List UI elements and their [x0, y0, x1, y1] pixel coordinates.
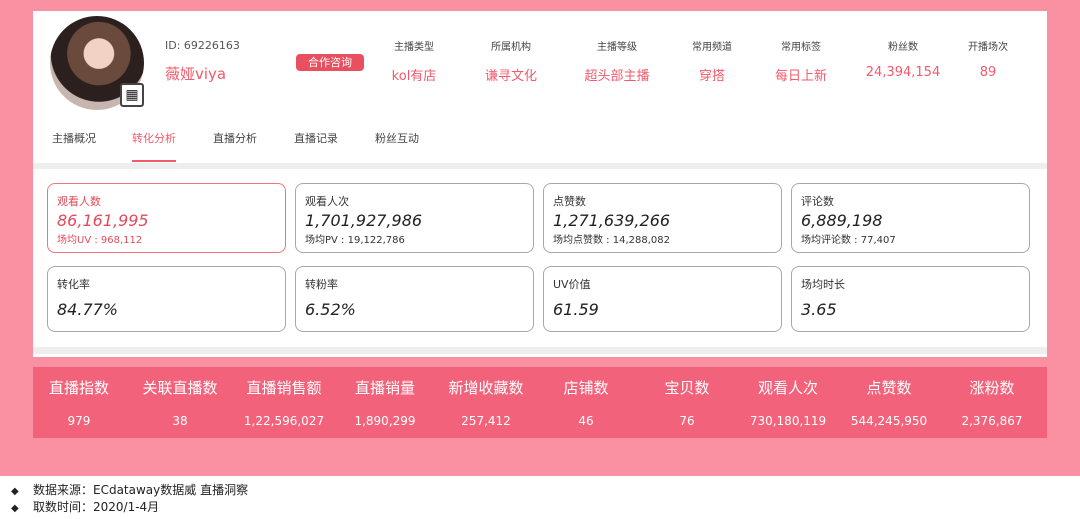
stat-sub: 场均UV : 968,112: [57, 235, 143, 246]
stat-label: 评论数: [801, 195, 834, 208]
meta-fans: 粉丝数 24,394,154: [866, 38, 940, 80]
stat-value: 3.65: [801, 300, 837, 319]
data-source-note: ◆ 数据来源：ECdataway数据威 直播洞察: [11, 481, 248, 498]
anchor-profile-card: ▦ ID: 69226163 薇娅viya 合作咨询 主播类型 kol有店 所属…: [33, 11, 1047, 357]
tab-overview[interactable]: 主播概况: [52, 130, 96, 160]
summary-header: 关联直播数: [142, 379, 218, 397]
tab-conversion[interactable]: 转化分析: [132, 130, 176, 162]
summary-column: 店铺数 46: [563, 367, 608, 428]
stat-value: 6.52%: [305, 300, 356, 319]
stat-card-comments[interactable]: 评论数 6,889,198 场均评论数 : 77,407: [791, 183, 1030, 253]
stat-card-avg-duration[interactable]: 场均时长 3.65: [791, 266, 1030, 332]
summary-header: 直播指数: [48, 379, 110, 397]
summary-header: 店铺数: [563, 379, 609, 397]
stat-value: 84.77%: [57, 300, 119, 319]
data-time-text: 取数时间：2020/1-4月: [33, 500, 160, 514]
summary-value: 38: [172, 414, 188, 428]
stat-label: 点赞数: [553, 195, 586, 208]
summary-header: 新增收藏数: [448, 379, 524, 397]
stat-sub: 场均评论数 : 77,407: [801, 235, 896, 246]
anchor-id: ID: 69226163: [165, 39, 240, 52]
summary-value: 257,412: [461, 414, 511, 428]
meta-value: kol有店: [391, 69, 437, 84]
meta-anchor-type: 主播类型 kol有店: [392, 38, 437, 84]
meta-label: 粉丝数: [888, 42, 918, 53]
meta-value: 89: [979, 65, 997, 80]
stat-value: 1,271,639,266: [553, 211, 671, 230]
diamond-bullet-icon: ◆: [11, 503, 19, 514]
meta-label: 主播等级: [596, 42, 637, 53]
summary-column: 宝贝数 76: [664, 367, 709, 428]
stat-label: 场均时长: [801, 278, 845, 291]
summary-value: 979: [67, 414, 91, 428]
meta-label: 常用频道: [692, 42, 732, 53]
stat-card-viewers[interactable]: 观看人数 86,161,995 场均UV : 968,112: [47, 183, 286, 253]
summary-column: 新增收藏数 257,412: [448, 367, 523, 428]
summary-header: 点赞数: [866, 379, 912, 397]
card-bottom-bar: [33, 347, 1047, 354]
stat-label: UV价值: [553, 278, 591, 291]
summary-value: 46: [578, 414, 594, 428]
summary-header: 直播销售额: [246, 379, 322, 397]
summary-column: 直播销量 1,890,299: [354, 367, 415, 428]
diamond-bullet-icon: ◆: [11, 486, 19, 497]
tab-live-records[interactable]: 直播记录: [294, 130, 338, 160]
consult-button[interactable]: 合作咨询: [296, 54, 364, 71]
summary-value: 544,245,950: [850, 414, 928, 428]
tab-live-analysis[interactable]: 直播分析: [213, 130, 257, 160]
anchor-name: 薇娅viya: [165, 65, 227, 83]
summary-value: 76: [679, 414, 695, 428]
meta-value: 谦寻文化: [484, 69, 538, 84]
summary-column: 直播销售额 1,22,596,027: [244, 367, 324, 428]
summary-header: 涨粉数: [969, 379, 1015, 397]
summary-value: 1,890,299: [354, 414, 416, 428]
meta-label: 开播场次: [968, 42, 1008, 53]
summary-column: 涨粉数 2,376,867: [961, 367, 1022, 428]
meta-agency: 所属机构 谦寻文化: [485, 38, 537, 84]
summary-value: 730,180,119: [749, 414, 827, 428]
stat-card-uv-value[interactable]: UV价值 61.59: [543, 266, 782, 332]
stat-value: 1,701,927,986: [305, 211, 423, 230]
stat-sub: 场均PV : 19,122,786: [305, 235, 405, 246]
summary-column: 点赞数 544,245,950: [851, 367, 927, 428]
summary-value: 2,376,867: [961, 414, 1023, 428]
stat-label: 观看人数: [57, 195, 101, 208]
stat-sub: 场均点赞数 : 14,288,082: [553, 235, 670, 246]
data-source-text: 数据来源：ECdataway数据威 直播洞察: [33, 483, 249, 497]
data-time-note: ◆ 取数时间：2020/1-4月: [11, 498, 159, 515]
stat-label: 转化率: [57, 278, 90, 291]
qr-code-icon[interactable]: ▦: [120, 83, 144, 107]
summary-table: 直播指数 979 关联直播数 38 直播销售额 1,22,596,027 直播销…: [33, 367, 1047, 438]
meta-sessions: 开播场次 89: [968, 38, 1008, 80]
tab-fan-interaction[interactable]: 粉丝互动: [375, 130, 419, 160]
stat-card-views[interactable]: 观看人次 1,701,927,986 场均PV : 19,122,786: [295, 183, 534, 253]
meta-level: 主播等级 超头部主播: [584, 38, 649, 84]
meta-channel: 常用频道 穿搭: [692, 38, 732, 84]
stat-value: 61.59: [553, 300, 599, 319]
stat-card-conversion-rate[interactable]: 转化率 84.77%: [47, 266, 286, 332]
tab-bar: 主播概况 转化分析 直播分析 直播记录 粉丝互动: [33, 130, 1047, 164]
summary-column: 直播指数 979: [49, 367, 109, 428]
summary-header: 观看人次: [757, 379, 818, 397]
meta-label: 主播类型: [393, 42, 434, 53]
summary-header: 直播销量: [354, 379, 416, 397]
meta-value: 穿搭: [698, 69, 725, 84]
stat-label: 转粉率: [305, 278, 338, 291]
meta-label: 所属机构: [490, 42, 531, 53]
stat-card-follow-rate[interactable]: 转粉率 6.52%: [295, 266, 534, 332]
meta-value: 超头部主播: [584, 69, 650, 84]
stat-value: 6,889,198: [801, 211, 883, 230]
stat-label: 观看人次: [305, 195, 349, 208]
meta-label: 常用标签: [780, 42, 821, 53]
meta-tag: 常用标签 每日上新: [775, 38, 827, 84]
stat-value: 86,161,995: [57, 211, 149, 230]
summary-header: 宝贝数: [664, 379, 710, 397]
meta-value: 24,394,154: [865, 65, 941, 80]
stat-card-likes[interactable]: 点赞数 1,271,639,266 场均点赞数 : 14,288,082: [543, 183, 782, 253]
summary-column: 关联直播数 38: [142, 367, 217, 428]
summary-value: 1,22,596,027: [243, 414, 325, 428]
summary-column: 观看人次 730,180,119: [750, 367, 826, 428]
section-divider: [33, 163, 1047, 169]
meta-value: 每日上新: [774, 69, 828, 84]
